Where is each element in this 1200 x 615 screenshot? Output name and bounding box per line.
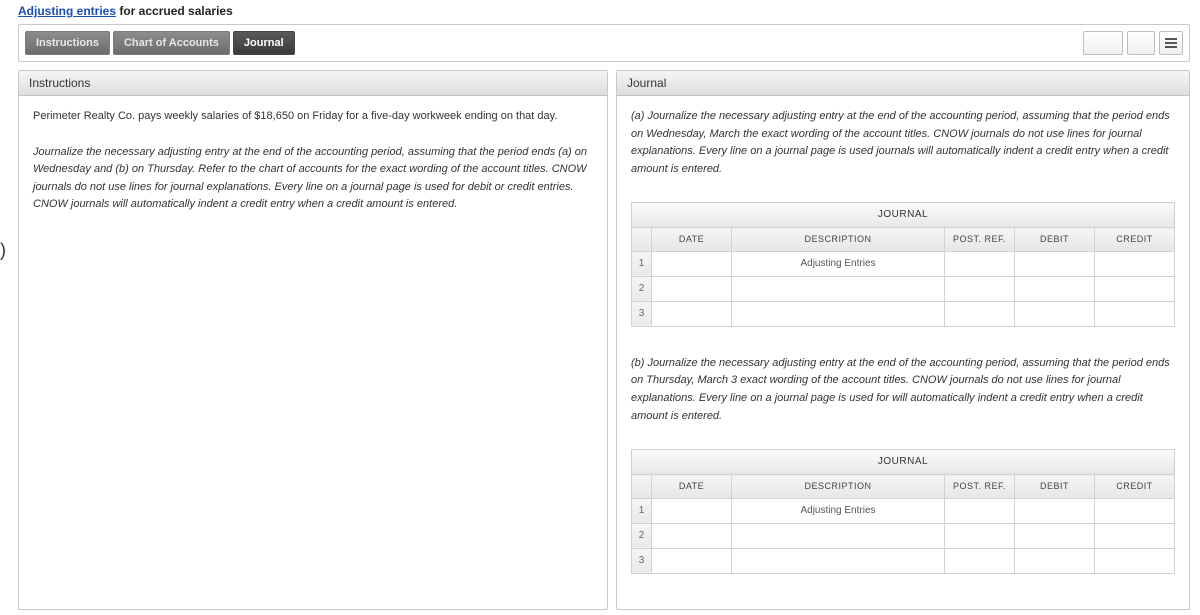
journal-instruction-a: (a) Journalize the necessary adjusting e…	[631, 108, 1175, 178]
rownum-cell: 2	[632, 276, 652, 301]
journal-b: JOURNAL DATE DESCRIPTION POST. REF. DEBI…	[631, 449, 1175, 573]
instructions-header: Instructions	[19, 71, 607, 96]
postref-cell[interactable]	[945, 523, 1015, 548]
col-date: DATE	[652, 475, 732, 498]
col-date: DATE	[652, 228, 732, 251]
description-cell[interactable]	[732, 548, 945, 573]
debit-cell[interactable]	[1015, 301, 1095, 326]
table-row[interactable]: 1 Adjusting Entries	[632, 498, 1175, 523]
instructions-p1: Perimeter Realty Co. pays weekly salarie…	[33, 108, 593, 126]
rownum-cell: 1	[632, 498, 652, 523]
toolbar-right	[1083, 31, 1183, 55]
date-cell[interactable]	[652, 523, 732, 548]
debit-cell[interactable]	[1015, 548, 1095, 573]
rownum-cell: 2	[632, 523, 652, 548]
page-title: Adjusting entries for accrued salaries	[0, 0, 1200, 24]
menu-icon[interactable]	[1159, 31, 1183, 55]
date-cell[interactable]	[652, 301, 732, 326]
col-credit: CREDIT	[1095, 228, 1175, 251]
credit-cell[interactable]	[1095, 498, 1175, 523]
credit-cell[interactable]	[1095, 276, 1175, 301]
col-postref: POST. REF.	[945, 228, 1015, 251]
table-row[interactable]: 2	[632, 276, 1175, 301]
postref-cell[interactable]	[945, 251, 1015, 276]
table-row[interactable]: 2	[632, 523, 1175, 548]
description-cell[interactable]: Adjusting Entries	[732, 498, 945, 523]
description-cell[interactable]	[732, 523, 945, 548]
page-edge-glyph: )	[0, 240, 6, 261]
col-rownum	[632, 475, 652, 498]
journal-b-title: JOURNAL	[631, 449, 1175, 474]
journal-instruction-b: (b) Journalize the necessary adjusting e…	[631, 355, 1175, 425]
tab-bar: Instructions Chart of Accounts Journal	[25, 31, 295, 55]
title-link[interactable]: Adjusting entries	[18, 4, 116, 18]
table-row[interactable]: 3	[632, 548, 1175, 573]
instructions-p2: Journalize the necessary adjusting entry…	[33, 144, 593, 214]
debit-cell[interactable]	[1015, 523, 1095, 548]
debit-cell[interactable]	[1015, 498, 1095, 523]
toolbar-field[interactable]	[1083, 31, 1123, 55]
rownum-cell: 3	[632, 301, 652, 326]
journal-panel: Journal (a) Journalize the necessary adj…	[616, 70, 1190, 610]
col-rownum	[632, 228, 652, 251]
journal-header: Journal	[617, 71, 1189, 96]
journal-a-title: JOURNAL	[631, 202, 1175, 227]
date-cell[interactable]	[652, 498, 732, 523]
debit-cell[interactable]	[1015, 251, 1095, 276]
postref-cell[interactable]	[945, 498, 1015, 523]
postref-cell[interactable]	[945, 548, 1015, 573]
col-debit: DEBIT	[1015, 475, 1095, 498]
credit-cell[interactable]	[1095, 523, 1175, 548]
description-cell[interactable]	[732, 276, 945, 301]
journal-a: JOURNAL DATE DESCRIPTION POST. REF. DEBI…	[631, 202, 1175, 326]
postref-cell[interactable]	[945, 276, 1015, 301]
credit-cell[interactable]	[1095, 251, 1175, 276]
col-postref: POST. REF.	[945, 475, 1015, 498]
rownum-cell: 3	[632, 548, 652, 573]
postref-cell[interactable]	[945, 301, 1015, 326]
col-debit: DEBIT	[1015, 228, 1095, 251]
toolbar-button[interactable]	[1127, 31, 1155, 55]
tab-chart-of-accounts[interactable]: Chart of Accounts	[113, 31, 230, 55]
table-row[interactable]: 1 Adjusting Entries	[632, 251, 1175, 276]
col-description: DESCRIPTION	[732, 228, 945, 251]
date-cell[interactable]	[652, 548, 732, 573]
rownum-cell: 1	[632, 251, 652, 276]
tab-journal[interactable]: Journal	[233, 31, 295, 55]
journal-a-table: DATE DESCRIPTION POST. REF. DEBIT CREDIT…	[631, 227, 1175, 326]
date-cell[interactable]	[652, 251, 732, 276]
table-row[interactable]: 3	[632, 301, 1175, 326]
credit-cell[interactable]	[1095, 548, 1175, 573]
col-description: DESCRIPTION	[732, 475, 945, 498]
credit-cell[interactable]	[1095, 301, 1175, 326]
col-credit: CREDIT	[1095, 475, 1175, 498]
debit-cell[interactable]	[1015, 276, 1095, 301]
tab-instructions[interactable]: Instructions	[25, 31, 110, 55]
description-cell[interactable]: Adjusting Entries	[732, 251, 945, 276]
description-cell[interactable]	[732, 301, 945, 326]
date-cell[interactable]	[652, 276, 732, 301]
title-rest: for accrued salaries	[116, 4, 233, 18]
instructions-panel: Instructions Perimeter Realty Co. pays w…	[18, 70, 608, 610]
journal-b-table: DATE DESCRIPTION POST. REF. DEBIT CREDIT…	[631, 474, 1175, 573]
top-toolbar: Instructions Chart of Accounts Journal	[18, 24, 1190, 62]
